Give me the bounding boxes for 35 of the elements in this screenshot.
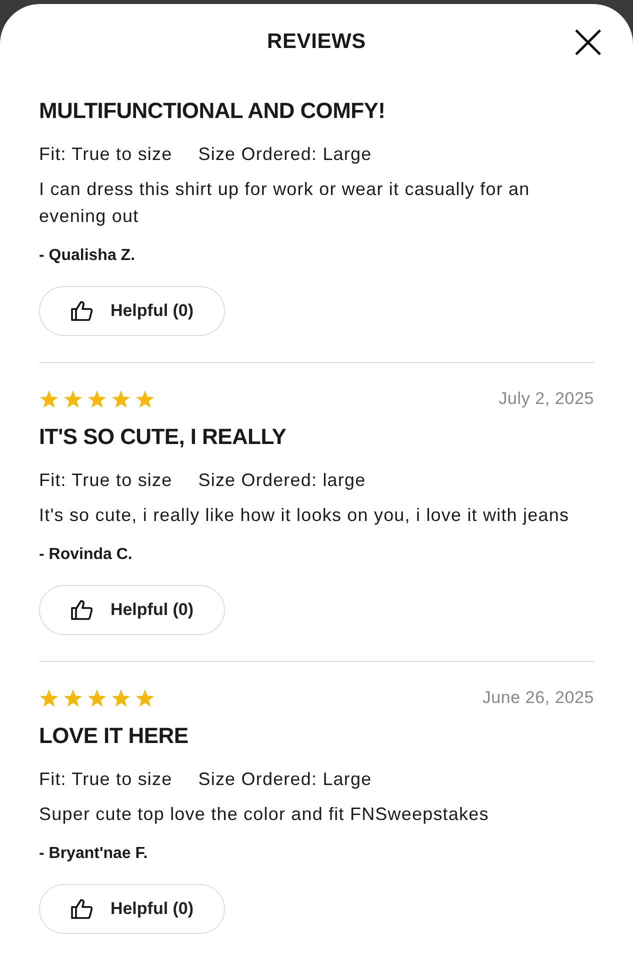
star-icon (63, 688, 83, 708)
star-icon (135, 688, 155, 708)
review-text: I can dress this shirt up for work or wear it casually for an evening out (39, 178, 531, 228)
fit-label: Fit: True to size (39, 768, 172, 791)
size-label: Size Ordered: large (198, 469, 366, 492)
review-title: LOVE IT HERE (39, 722, 190, 750)
star-icon (111, 390, 131, 408)
review-text: It's so cute, i really like how it looks on you, i love it with jeans (39, 504, 570, 527)
reviewer-name: - Rovinda C. (39, 545, 134, 565)
star-icon (39, 390, 59, 408)
review-title: IT'S SO CUTE, I REALLY (39, 423, 288, 451)
fit-label: Fit: True to size (39, 143, 172, 166)
reviewer-name: - Qualisha Z. (39, 246, 136, 266)
review-date: July 2, 2025 (498, 388, 594, 410)
size-label: Size Ordered: Large (198, 143, 372, 166)
star-icon (39, 688, 59, 708)
close-button[interactable]: × (567, 18, 609, 64)
fit-label: Fit: True to size (39, 469, 172, 492)
reviewer-name: - Bryant'nae F. (39, 844, 149, 864)
star-icon (87, 688, 107, 708)
review-text: Super cute top love the color and fit FNSweepstakes (39, 803, 490, 826)
star-icon (111, 688, 131, 708)
thumbs-up-icon (70, 599, 94, 621)
star-icon (135, 390, 155, 408)
review-date: June 26, 2025 (482, 687, 594, 710)
helpful-button[interactable]: Helpful (0) (39, 286, 225, 336)
star-icon (87, 390, 107, 408)
helpful-button[interactable]: Helpful (0) (39, 884, 225, 934)
review-title: MULTIFUNCTIONAL AND COMFY! (39, 97, 386, 125)
modal-title: REVIEWS (267, 29, 366, 55)
star-icon (63, 390, 83, 408)
size-label: Size Ordered: Large (198, 768, 372, 791)
thumbs-up-icon (70, 300, 94, 322)
thumbs-up-icon (70, 898, 94, 920)
helpful-button[interactable]: Helpful (0) (39, 585, 225, 635)
